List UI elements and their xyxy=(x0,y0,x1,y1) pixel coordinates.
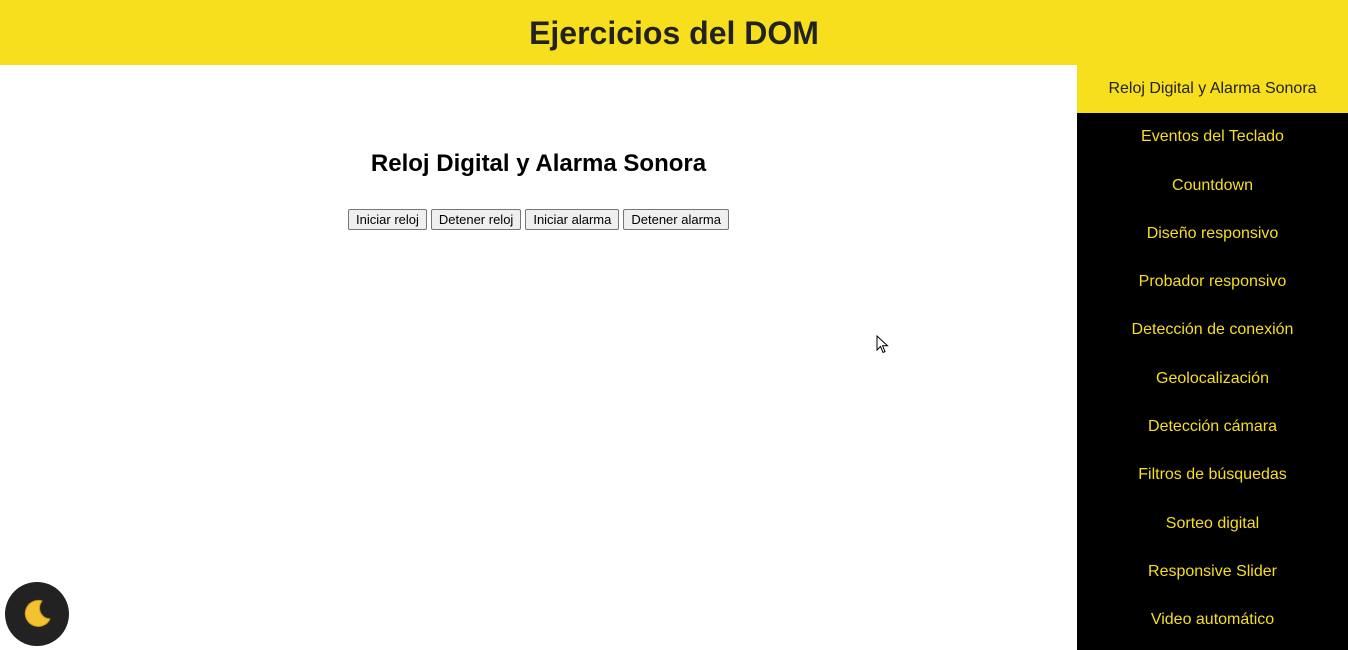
dark-mode-toggle-button[interactable] xyxy=(5,582,69,646)
sidebar-item-diseno-responsivo[interactable]: Diseño responsivo xyxy=(1077,210,1348,258)
sidebar-item-responsive-slider[interactable]: Responsive Slider xyxy=(1077,548,1348,596)
stop-clock-button[interactable]: Detener reloj xyxy=(430,209,522,230)
page-title: Ejercicios del DOM xyxy=(529,14,819,51)
sidebar-item-filtros-busquedas[interactable]: Filtros de búsquedas xyxy=(1077,451,1348,499)
sidebar-item-reloj-digital[interactable]: Reloj Digital y Alarma Sonora xyxy=(1077,65,1348,114)
sidebar-item-geolocalizacion[interactable]: Geolocalización xyxy=(1077,355,1348,403)
sidebar-item-deteccion-conexion[interactable]: Detección de conexión xyxy=(1077,306,1348,354)
stop-alarm-button[interactable]: Detener alarma xyxy=(623,209,729,230)
mouse-pointer-icon xyxy=(876,334,890,360)
page-header: Ejercicios del DOM xyxy=(0,0,1348,65)
sidebar-item-sorteo-digital[interactable]: Sorteo digital xyxy=(1077,500,1348,548)
page: Ejercicios del DOM Reloj Digital y Alarm… xyxy=(0,0,1348,650)
start-alarm-button[interactable]: Iniciar alarma xyxy=(525,209,620,230)
clock-controls: Iniciar reloj Detener reloj Iniciar alar… xyxy=(0,209,1077,230)
sidebar-menu: Reloj Digital y Alarma Sonora Eventos de… xyxy=(1077,65,1348,650)
sidebar-item-countdown[interactable]: Countdown xyxy=(1077,162,1348,210)
main-content: Reloj Digital y Alarma Sonora Iniciar re… xyxy=(0,65,1077,650)
sidebar-item-eventos-teclado[interactable]: Eventos del Teclado xyxy=(1077,113,1348,161)
section-title: Reloj Digital y Alarma Sonora xyxy=(370,150,707,177)
sidebar-item-deteccion-camara[interactable]: Detección cámara xyxy=(1077,403,1348,451)
sidebar-item-video-automatico[interactable]: Video automático xyxy=(1077,596,1348,644)
sidebar-item-probador-responsivo[interactable]: Probador responsivo xyxy=(1077,258,1348,306)
moon-icon xyxy=(20,597,54,631)
start-clock-button[interactable]: Iniciar reloj xyxy=(348,209,427,230)
